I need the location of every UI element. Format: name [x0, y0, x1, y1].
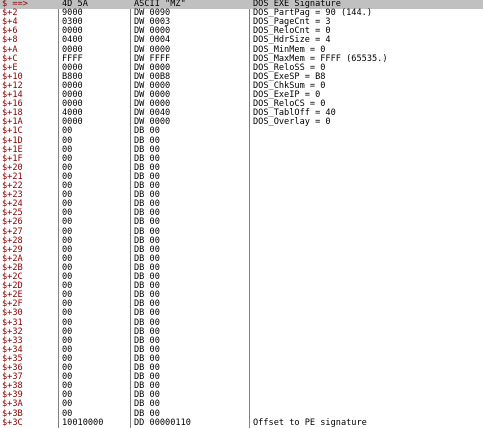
dump-row[interactable]: $+20 00 DB 00	[0, 163, 483, 173]
dump-row[interactable]: $+1D 00 DB 00	[0, 136, 483, 146]
dump-row[interactable]: $+3C 10010000 DD 00000110 Offset to PE sign…	[0, 417, 483, 428]
dump-row[interactable]: $+26 00 DB 00	[0, 218, 483, 227]
dump-row[interactable]: $+23 00 DB 00	[0, 191, 483, 200]
memory-dump-pane[interactable]: $ ==> 4D 5A ASCII "MZ" DOS EXE Signature $+2…	[0, 0, 483, 428]
dump-row[interactable]: $+2F 00 DB 00	[0, 300, 483, 309]
dump-row[interactable]: $+33 00 DB 00	[0, 336, 483, 346]
dump-row[interactable]: $+2B 00 DB 00	[0, 263, 483, 273]
dump-row[interactable]: $+21 00 DB 00	[0, 172, 483, 182]
disasm-cell: DD 00000110	[134, 417, 191, 428]
dump-row[interactable]: $+37 00 DB 00	[0, 373, 483, 382]
dump-row[interactable]: $+36 00 DB 00	[0, 364, 483, 373]
hex-cell: 10010000	[62, 417, 104, 428]
dump-row[interactable]: $+1C 00 DB 00	[0, 127, 483, 136]
dump-row[interactable]: $+22 00 DB 00	[0, 182, 483, 191]
dump-row[interactable]: $+38 00 DB 00	[0, 382, 483, 391]
address-cell: $+3C	[2, 417, 23, 428]
dump-row[interactable]: $+2A 00 DB 00	[0, 254, 483, 264]
dump-row[interactable]: $+1A 0000 DW 0000 DOS_Overlay = 0	[0, 118, 483, 127]
dump-row[interactable]: $+32 00 DB 00	[0, 327, 483, 337]
dump-row[interactable]: $+2C 00 DB 00	[0, 273, 483, 282]
dump-row[interactable]: $+3A 00 DB 00	[0, 400, 483, 409]
dump-row[interactable]: $+1F 00 DB 00	[0, 154, 483, 164]
comment-cell: DOS_Overlay = 0	[253, 117, 331, 128]
dump-row[interactable]: $+30 00 DB 00	[0, 309, 483, 318]
dump-row[interactable]: $+31 00 DB 00	[0, 318, 483, 328]
comment-cell: Offset to PE signature	[253, 417, 367, 428]
dump-row[interactable]: $+29 00 DB 00	[0, 245, 483, 255]
dump-row[interactable]: $+39 00 DB 00	[0, 391, 483, 400]
dump-row[interactable]: $+24 00 DB 00	[0, 200, 483, 209]
dump-row[interactable]: $+34 00 DB 00	[0, 345, 483, 355]
dump-row[interactable]: $+1E 00 DB 00	[0, 145, 483, 155]
dump-row[interactable]: $+2D 00 DB 00	[0, 282, 483, 291]
dump-row[interactable]: $+27 00 DB 00	[0, 227, 483, 237]
dump-row[interactable]: $+2E 00 DB 00	[0, 291, 483, 300]
dump-row[interactable]: $+25 00 DB 00	[0, 209, 483, 218]
dump-row[interactable]: $+28 00 DB 00	[0, 236, 483, 246]
dump-row[interactable]: $+35 00 DB 00	[0, 354, 483, 364]
